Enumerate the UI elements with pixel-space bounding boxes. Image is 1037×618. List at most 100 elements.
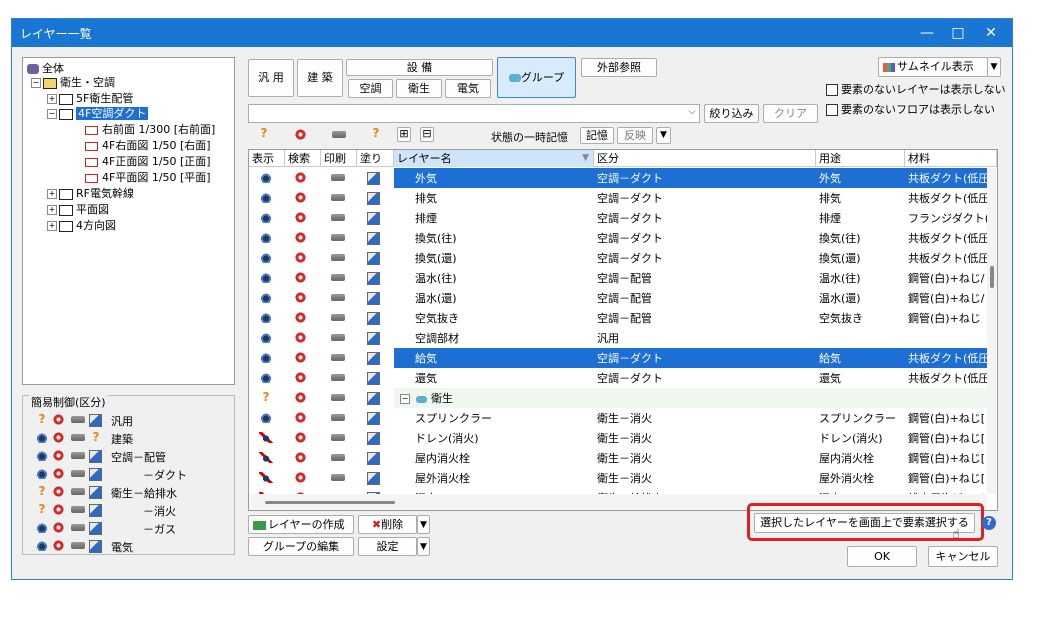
layer-name-cell[interactable]: スプリンクラー — [394, 408, 594, 428]
eye-icon[interactable] — [259, 252, 273, 263]
usage-cell[interactable]: 還気 — [816, 368, 905, 388]
edit-group-button[interactable]: グループの編集 — [248, 537, 354, 556]
toggle-cell[interactable] — [285, 468, 321, 488]
paint-bucket-icon[interactable] — [367, 172, 380, 185]
col-header-material[interactable]: 材料 — [905, 150, 997, 167]
material-cell[interactable]: 鋼管(白)+ねじ[ — [905, 448, 987, 468]
material-cell[interactable]: 共板ダクト(低圧) — [905, 248, 987, 268]
category-cell[interactable]: 衛生－消火 — [594, 408, 816, 428]
paint-bucket-icon[interactable] — [367, 252, 380, 265]
usage-cell[interactable]: スプリンクラー — [816, 408, 905, 428]
expand-icon[interactable]: + — [47, 221, 57, 231]
eye-icon[interactable] — [259, 232, 273, 243]
toggle-cell[interactable] — [249, 328, 285, 348]
material-cell[interactable]: 鋼管(白)+ねじ[ — [905, 408, 987, 428]
layer-name-cell[interactable]: 屋外消火栓 — [394, 468, 594, 488]
table-row[interactable]: 還気 空調－ダクト 還気 共板ダクト(低圧) — [249, 368, 987, 388]
tree-item-rf-electric[interactable]: + RF電気幹線 — [47, 185, 134, 201]
printer-icon[interactable] — [331, 354, 345, 361]
question-eye-icon[interactable]: ? — [35, 503, 49, 515]
printer-icon[interactable] — [331, 294, 345, 301]
expand-icon[interactable]: + — [47, 205, 57, 215]
layer-name-cell[interactable]: 外気 — [394, 168, 594, 188]
layer-name-cell[interactable]: 温水(往) — [394, 268, 594, 288]
paint-bucket-icon[interactable] — [367, 412, 380, 425]
category-cell[interactable]: 衛生－消火 — [594, 448, 816, 468]
simple-control-row[interactable]: ? 衛生－給排水 — [35, 484, 230, 500]
category-cell[interactable]: 空調－配管 — [594, 288, 816, 308]
layer-name-cell[interactable]: 換気(往) — [394, 228, 594, 248]
no-search-icon[interactable] — [295, 252, 306, 263]
toggle-cell[interactable] — [285, 448, 321, 468]
material-cell[interactable]: 鋼管(白)+ねじ[ — [905, 468, 987, 488]
toggle-cell[interactable] — [249, 368, 285, 388]
table-row[interactable]: 温水(往) 空調－配管 温水(往) 鋼管(白)+ねじ/ — [249, 268, 987, 288]
printer-icon[interactable] — [331, 394, 345, 401]
toggle-cell[interactable] — [321, 388, 357, 408]
material-cell[interactable]: 鋼管(白)+ねじ[ — [905, 428, 987, 448]
expand-all-button[interactable]: ⊞ — [397, 127, 411, 142]
paint-bucket-icon[interactable] — [367, 432, 380, 445]
printer-icon[interactable] — [71, 416, 85, 423]
no-search-icon[interactable] — [295, 412, 306, 423]
expand-icon[interactable]: + — [47, 94, 57, 104]
usage-cell[interactable]: 排煙 — [816, 208, 905, 228]
printer-icon[interactable] — [71, 452, 85, 459]
printer-icon[interactable] — [331, 334, 345, 341]
close-button[interactable]: ✕ — [976, 22, 1006, 44]
no-search-icon[interactable] — [295, 172, 306, 183]
paint-bucket-icon[interactable] — [89, 486, 102, 499]
no-search-icon[interactable] — [295, 272, 306, 283]
toggle-cell[interactable] — [321, 328, 357, 348]
toggle-cell[interactable] — [357, 188, 394, 208]
toggle-cell[interactable] — [321, 168, 357, 188]
checkbox-box[interactable] — [826, 104, 838, 116]
table-row[interactable]: 排煙 空調－ダクト 排煙 フランジダクト(高圧) — [249, 208, 987, 228]
group-row[interactable]: ? − 衛生 — [249, 388, 987, 408]
material-cell[interactable]: 共板ダクト(低圧) — [905, 168, 987, 188]
material-cell[interactable]: 共板ダクト(低圧) — [905, 228, 987, 248]
toggle-cell[interactable] — [321, 468, 357, 488]
toggle-cell[interactable] — [285, 268, 321, 288]
thumbnail-dropdown-button[interactable]: ▼ — [987, 57, 1001, 77]
toggle-cell[interactable] — [321, 248, 357, 268]
col-header-show[interactable]: 表示 — [249, 150, 285, 167]
toggle-cell[interactable] — [285, 328, 321, 348]
create-layer-button[interactable]: レイヤーの作成 — [248, 515, 354, 534]
hide-empty-layers-checkbox[interactable]: 要素のないレイヤーは表示しない — [826, 81, 1006, 97]
toggle-cell[interactable] — [249, 228, 285, 248]
layer-name-cell[interactable]: 温水(還) — [394, 288, 594, 308]
eye-icon[interactable] — [35, 540, 49, 551]
cancel-button[interactable]: キャンセル — [928, 546, 998, 567]
usage-cell[interactable]: 排気 — [816, 188, 905, 208]
toggle-cell[interactable] — [357, 408, 394, 428]
layer-name-cell[interactable]: 排気 — [394, 188, 594, 208]
toggle-cell[interactable] — [357, 228, 394, 248]
table-row[interactable]: 換気(還) 空調－ダクト 換気(還) 共板ダクト(低圧) — [249, 248, 987, 268]
material-cell[interactable]: 共板ダクト(低圧) — [905, 188, 987, 208]
layer-name-cell[interactable]: 空気抜き — [394, 308, 594, 328]
remember-button[interactable]: 記憶 — [580, 127, 614, 144]
tree-item-4-direction[interactable]: +4方向図 — [47, 217, 116, 233]
toggle-cell[interactable] — [321, 288, 357, 308]
no-search-icon[interactable] — [295, 332, 306, 343]
toggle-cell[interactable] — [285, 408, 321, 428]
printer-icon[interactable] — [331, 274, 345, 281]
paint-bucket-icon[interactable] — [89, 468, 102, 481]
toggle-cell[interactable] — [357, 208, 394, 228]
table-row[interactable]: 空気抜き 空調－配管 空気抜き 鋼管(白)+ねじ — [249, 308, 987, 328]
narrow-down-button[interactable]: 絞り込み — [704, 104, 759, 123]
simple-control-row[interactable]: 空調－配管 — [35, 448, 230, 464]
printer-icon[interactable] — [71, 488, 85, 495]
table-row[interactable]: 給気 空調－ダクト 給気 共板ダクト(低圧) — [249, 348, 987, 368]
question-eye-icon[interactable]: ? — [257, 127, 271, 139]
category-cell[interactable]: 空調－ダクト — [594, 368, 816, 388]
toggle-cell[interactable] — [249, 208, 285, 228]
toggle-cell[interactable] — [285, 228, 321, 248]
no-search-icon[interactable] — [295, 372, 306, 383]
toggle-cell[interactable]: ? — [249, 388, 285, 408]
printer-icon[interactable] — [71, 542, 85, 549]
no-search-icon[interactable] — [295, 192, 306, 203]
printer-icon[interactable] — [331, 474, 345, 481]
tree-item-4f-aircon-duct[interactable]: −4F空調ダクト — [47, 105, 149, 121]
